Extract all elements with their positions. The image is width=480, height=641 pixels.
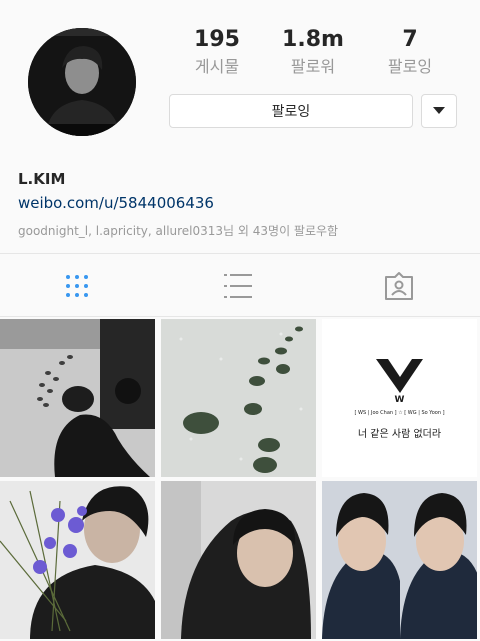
post-thumbnail[interactable]: W [ WS | Joo Chan ] ☆ [ WG | So Yoon ] 너…	[322, 319, 477, 477]
post-photo-hoodie	[161, 481, 316, 639]
stat-following[interactable]: 7 팔로잉	[355, 26, 465, 78]
followed-by-text[interactable]: goodnight_l, l.apricity, allurel0313님 외 …	[18, 222, 468, 240]
post-thumbnail[interactable]	[322, 481, 477, 639]
following-count: 7	[402, 27, 418, 52]
post-photo-twin-selfie	[322, 481, 477, 639]
stat-posts: 195 게시물	[162, 26, 272, 78]
post-photo-snow-crouch	[0, 319, 155, 477]
list-icon	[224, 274, 252, 298]
posts-grid: W [ WS | Joo Chan ] ☆ [ WG | So Yoon ] 너…	[0, 319, 480, 641]
avatar-photo	[28, 28, 136, 136]
post-thumbnail[interactable]	[161, 481, 316, 639]
profile-header: 195 게시물 1.8m 팔로워 7 팔로잉 팔로잉	[0, 0, 480, 150]
following-button[interactable]: 팔로잉	[169, 94, 413, 128]
tagged-icon	[385, 272, 413, 300]
caret-down-icon	[433, 107, 445, 114]
profile-avatar[interactable]	[28, 28, 136, 136]
tab-grid[interactable]	[57, 268, 97, 304]
post-photo-flowers	[0, 481, 155, 639]
graphic-logo-letter: W	[394, 395, 405, 405]
followers-count: 1.8m	[282, 27, 344, 52]
profile-tabs	[0, 253, 480, 317]
posts-count: 195	[194, 27, 240, 52]
post-thumbnail[interactable]	[0, 481, 155, 639]
posts-label: 게시물	[194, 57, 240, 76]
tab-list[interactable]	[218, 268, 258, 304]
suggestions-dropdown-button[interactable]	[421, 94, 457, 128]
post-photo-footprints	[161, 319, 316, 477]
graphic-title: 너 같은 사람 없더라	[357, 429, 442, 440]
graphic-caption-line: [ WS | Joo Chan ] ☆ [ WG | So Yoon ]	[354, 410, 445, 416]
post-thumbnail[interactable]	[0, 319, 155, 477]
stat-followers[interactable]: 1.8m 팔로워	[258, 26, 368, 78]
post-thumbnail[interactable]	[161, 319, 316, 477]
tab-tagged[interactable]	[379, 268, 419, 304]
followers-label: 팔로워	[290, 57, 336, 76]
following-label: 팔로잉	[387, 57, 433, 76]
grid-icon	[66, 275, 88, 297]
profile-bio: L.KIM weibo.com/u/5844006436 goodnight_l…	[18, 170, 468, 240]
profile-link[interactable]: weibo.com/u/5844006436	[18, 192, 468, 214]
profile-username: L.KIM	[18, 170, 66, 188]
